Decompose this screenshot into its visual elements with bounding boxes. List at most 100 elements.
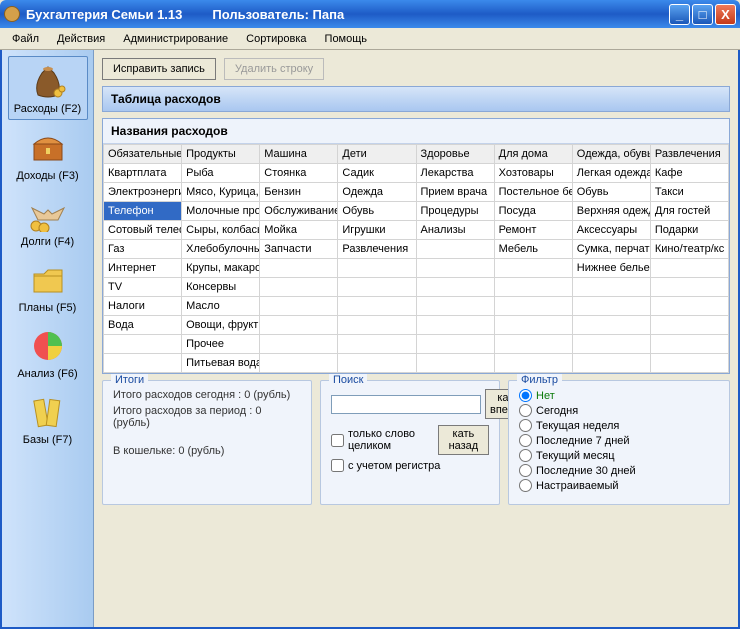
- table-cell[interactable]: [416, 278, 494, 297]
- table-cell[interactable]: [338, 354, 416, 373]
- sidebar-item-expenses[interactable]: Расходы (F2): [8, 56, 88, 120]
- table-cell[interactable]: Молочные продукты: [182, 202, 260, 221]
- table-cell[interactable]: [494, 297, 572, 316]
- table-cell[interactable]: Легкая одежда: [572, 164, 650, 183]
- table-cell[interactable]: [650, 278, 728, 297]
- column-header[interactable]: Развлечения: [650, 145, 728, 164]
- table-cell[interactable]: Электроэнергия: [104, 183, 182, 202]
- table-cell[interactable]: [494, 316, 572, 335]
- sidebar-item-income[interactable]: Доходы (F3): [8, 124, 88, 186]
- minimize-button[interactable]: _: [669, 4, 690, 25]
- table-cell[interactable]: [338, 335, 416, 354]
- table-cell[interactable]: [650, 297, 728, 316]
- column-header[interactable]: Машина: [260, 145, 338, 164]
- menu-admin[interactable]: Администрирование: [115, 31, 236, 47]
- expense-table[interactable]: ОбязательныеПродуктыМашинаДетиЗдоровьеДл…: [103, 144, 729, 373]
- table-cell[interactable]: [260, 354, 338, 373]
- table-cell[interactable]: [416, 316, 494, 335]
- column-header[interactable]: Одежда, обувь: [572, 145, 650, 164]
- table-cell[interactable]: Подарки: [650, 221, 728, 240]
- table-cell[interactable]: Мойка: [260, 221, 338, 240]
- edit-record-button[interactable]: Исправить запись: [102, 58, 216, 80]
- table-cell[interactable]: [416, 354, 494, 373]
- table-cell[interactable]: [650, 316, 728, 335]
- table-cell[interactable]: Хлебобулочные: [182, 240, 260, 259]
- filter-option[interactable]: Текущая неделя: [519, 419, 719, 432]
- table-cell[interactable]: Бензин: [260, 183, 338, 202]
- table-cell[interactable]: Мебель: [494, 240, 572, 259]
- table-cell[interactable]: Анализы: [416, 221, 494, 240]
- table-cell[interactable]: Стоянка: [260, 164, 338, 183]
- table-cell[interactable]: [650, 259, 728, 278]
- table-cell[interactable]: Обслуживание: [260, 202, 338, 221]
- table-cell[interactable]: [494, 354, 572, 373]
- table-cell[interactable]: [338, 316, 416, 335]
- table-cell[interactable]: [260, 297, 338, 316]
- filter-radio[interactable]: [519, 479, 532, 492]
- table-cell[interactable]: TV: [104, 278, 182, 297]
- sidebar-item-debts[interactable]: Долги (F4): [8, 190, 88, 252]
- table-cell[interactable]: [416, 240, 494, 259]
- table-cell[interactable]: Рыба: [182, 164, 260, 183]
- column-header[interactable]: Дети: [338, 145, 416, 164]
- maximize-button[interactable]: □: [692, 4, 713, 25]
- table-cell[interactable]: Налоги: [104, 297, 182, 316]
- table-cell[interactable]: Лекарства: [416, 164, 494, 183]
- table-cell[interactable]: Прочее: [182, 335, 260, 354]
- filter-radio[interactable]: [519, 449, 532, 462]
- filter-radio[interactable]: [519, 419, 532, 432]
- close-button[interactable]: X: [715, 4, 736, 25]
- table-cell[interactable]: Мясо, Курица,: [182, 183, 260, 202]
- filter-radio[interactable]: [519, 389, 532, 402]
- table-cell[interactable]: Запчасти: [260, 240, 338, 259]
- table-cell[interactable]: Прием врача: [416, 183, 494, 202]
- filter-radio[interactable]: [519, 464, 532, 477]
- whole-word-checkbox[interactable]: [331, 434, 344, 447]
- search-back-button[interactable]: кать назад: [438, 425, 489, 455]
- table-cell[interactable]: Масло: [182, 297, 260, 316]
- table-cell[interactable]: Развлечения: [338, 240, 416, 259]
- table-cell[interactable]: Кино/театр/кс: [650, 240, 728, 259]
- table-cell[interactable]: Игрушки: [338, 221, 416, 240]
- table-cell[interactable]: Для гостей: [650, 202, 728, 221]
- table-cell[interactable]: Кафе: [650, 164, 728, 183]
- table-cell[interactable]: [494, 335, 572, 354]
- menu-help[interactable]: Помощь: [317, 31, 376, 47]
- table-cell[interactable]: Телефон: [104, 202, 182, 221]
- table-cell[interactable]: [260, 259, 338, 278]
- table-cell[interactable]: [338, 259, 416, 278]
- table-cell[interactable]: [260, 278, 338, 297]
- menu-actions[interactable]: Действия: [49, 31, 113, 47]
- table-cell[interactable]: Питьевая вода: [182, 354, 260, 373]
- table-cell[interactable]: Одежда: [338, 183, 416, 202]
- table-cell[interactable]: Интернет: [104, 259, 182, 278]
- table-cell[interactable]: Крупы, макароны: [182, 259, 260, 278]
- table-cell[interactable]: [416, 259, 494, 278]
- table-cell[interactable]: [572, 297, 650, 316]
- menu-sort[interactable]: Сортировка: [238, 31, 314, 47]
- table-cell[interactable]: Садик: [338, 164, 416, 183]
- filter-radio[interactable]: [519, 434, 532, 447]
- table-cell[interactable]: [572, 354, 650, 373]
- table-cell[interactable]: [572, 278, 650, 297]
- table-cell[interactable]: [338, 297, 416, 316]
- table-cell[interactable]: [416, 297, 494, 316]
- table-cell[interactable]: [494, 259, 572, 278]
- table-cell[interactable]: Постельное белье: [494, 183, 572, 202]
- table-cell[interactable]: Обувь: [338, 202, 416, 221]
- column-header[interactable]: Для дома: [494, 145, 572, 164]
- table-cell[interactable]: [104, 354, 182, 373]
- table-cell[interactable]: [650, 335, 728, 354]
- table-cell[interactable]: Обувь: [572, 183, 650, 202]
- table-cell[interactable]: Овощи, фрукты: [182, 316, 260, 335]
- table-cell[interactable]: [260, 335, 338, 354]
- table-cell[interactable]: Нижнее белье: [572, 259, 650, 278]
- table-cell[interactable]: [338, 278, 416, 297]
- table-cell[interactable]: Ремонт: [494, 221, 572, 240]
- table-cell[interactable]: Верхняя одежда: [572, 202, 650, 221]
- column-header[interactable]: Обязательные: [104, 145, 182, 164]
- menu-file[interactable]: Файл: [4, 31, 47, 47]
- sidebar-item-analysis[interactable]: Анализ (F6): [8, 322, 88, 384]
- table-cell[interactable]: Такси: [650, 183, 728, 202]
- filter-option[interactable]: Последние 7 дней: [519, 434, 719, 447]
